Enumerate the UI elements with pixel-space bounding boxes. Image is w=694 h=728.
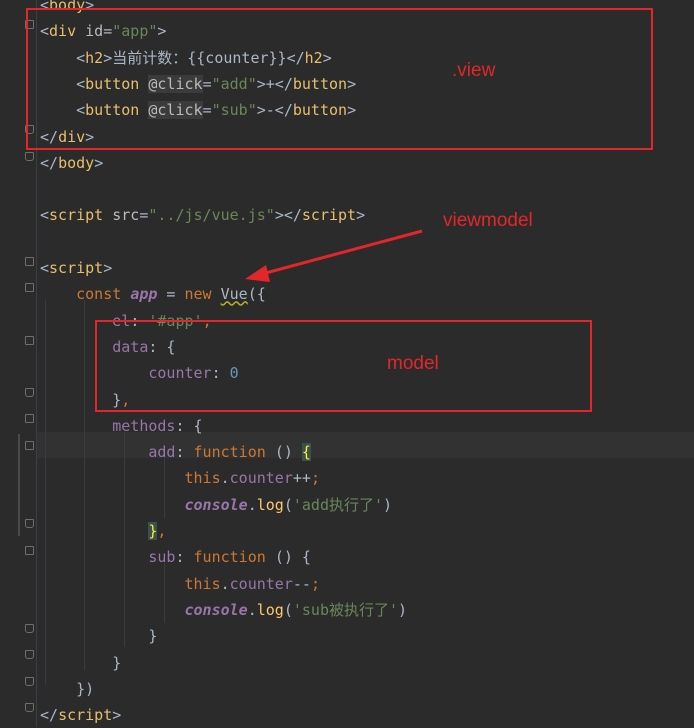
viewmodel-arrow xyxy=(245,229,423,282)
